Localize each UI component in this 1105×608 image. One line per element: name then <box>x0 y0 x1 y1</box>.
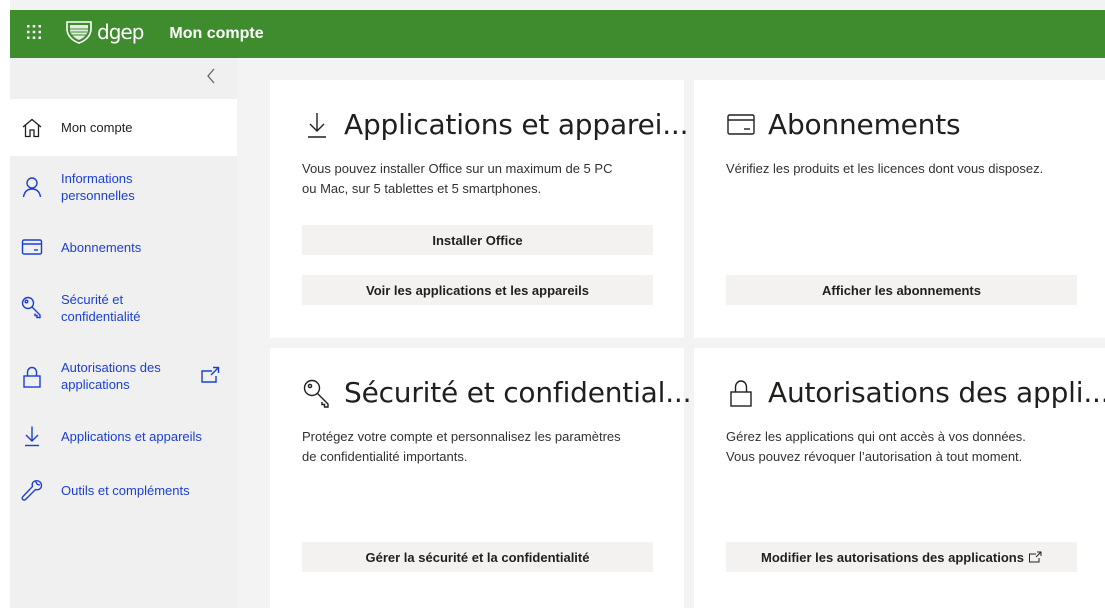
card-description-line: ou Mac, sur 5 tablettes et 5 smartphones… <box>302 181 542 196</box>
left-gutter <box>0 0 10 608</box>
view-subscriptions-button[interactable]: Afficher les abonnements <box>726 275 1077 305</box>
card-header: Abonnements <box>726 108 961 141</box>
shield-logo-icon <box>64 20 94 49</box>
card-description: Protégez votre compte et personnalisez l… <box>302 427 621 467</box>
external-link-icon <box>1028 551 1042 563</box>
sidebar-item-label: Sécurité et confidentialité <box>61 292 141 324</box>
wrench-icon <box>20 478 44 502</box>
org-logo[interactable]: dgep <box>64 10 144 58</box>
top-bar: dgep Mon compte <box>10 10 1105 58</box>
view-apps-devices-button[interactable]: Voir les applications et les appareils <box>302 275 653 305</box>
card-title: Applications et apparei... <box>344 108 689 141</box>
card-header: Autorisations des appli... <box>726 376 1105 409</box>
card-securite: Sécurité et confidential... Protégez vot… <box>270 348 691 608</box>
card-description: Vérifiez les produits et les licences do… <box>726 159 1043 179</box>
waffle-icon <box>26 24 42 45</box>
external-link-icon <box>200 366 220 384</box>
sidebar-item-label: Outils et compléments <box>61 483 190 498</box>
person-icon <box>20 175 44 199</box>
sidebar-item-label: Informations personnelles <box>61 171 135 203</box>
download-icon <box>302 110 332 140</box>
sidebar-item-outils[interactable]: Outils et compléments <box>10 468 237 512</box>
logo-text: dgep <box>97 20 144 44</box>
lock-icon <box>20 365 44 389</box>
sidebar-item-abonnements[interactable]: Abonnements <box>10 224 237 270</box>
card-description: Gérez les applications qui ont accès à v… <box>726 427 1026 467</box>
collapse-nav-button[interactable] <box>201 68 221 88</box>
sidebar-item-mon-compte[interactable]: Mon compte <box>10 99 237 156</box>
card-description-line: Vous pouvez révoquer l’autorisation à to… <box>726 449 1023 464</box>
card-header: Sécurité et confidential... <box>302 376 691 409</box>
sidebar-item-autorisations[interactable]: Autorisations des applications <box>10 348 237 402</box>
lock-icon <box>726 378 756 408</box>
card-applications: Applications et apparei... Vous pouvez i… <box>270 80 689 338</box>
sidebar-item-label: Autorisations des applications <box>61 360 161 392</box>
card-description-line: Vous pouvez installer Office sur un maxi… <box>302 161 613 176</box>
sidebar-item-label: Applications et appareils <box>61 429 202 444</box>
sidebar-item-informations-personnelles[interactable]: Informations personnelles <box>10 156 237 216</box>
sidebar-item-securite[interactable]: Sécurité et confidentialité <box>10 278 237 338</box>
sidebar-item-applications[interactable]: Applications et appareils <box>10 414 237 458</box>
card-title: Abonnements <box>768 108 961 141</box>
card-header: Applications et apparei... <box>302 108 689 141</box>
button-label: Modifier les autorisations des applicati… <box>761 549 1024 565</box>
card-title: Sécurité et confidential... <box>344 376 692 409</box>
card-autorisations: Autorisations des appli... Gérez les app… <box>694 348 1105 608</box>
card-description: Vous pouvez installer Office sur un maxi… <box>302 159 612 199</box>
card-icon <box>726 110 756 140</box>
card-description-line: Protégez votre compte et personnalisez l… <box>302 429 621 444</box>
card-icon <box>20 235 44 259</box>
sidebar-item-label: Mon compte <box>61 120 133 135</box>
key-icon <box>302 378 332 408</box>
sidebar: Mon compte Informations personnelles Abo… <box>10 58 237 608</box>
app-title[interactable]: Mon compte <box>169 25 263 43</box>
modify-permissions-button[interactable]: Modifier les autorisations des applicati… <box>726 542 1077 572</box>
install-office-button[interactable]: Installer Office <box>302 225 653 255</box>
sidebar-item-label: Abonnements <box>61 240 142 255</box>
manage-security-button[interactable]: Gérer la sécurité et la confidentialité <box>302 542 653 572</box>
card-description-line: Gérez les applications qui ont accès à v… <box>726 429 1026 444</box>
download-icon <box>20 424 44 448</box>
key-icon <box>20 295 44 319</box>
card-description-line: Vérifiez les produits et les licences do… <box>726 161 1044 176</box>
app-launcher-button[interactable] <box>10 10 58 58</box>
chevron-left-icon <box>206 68 216 89</box>
card-title: Autorisations des appli... <box>768 376 1105 409</box>
home-icon <box>20 116 44 140</box>
card-description-line: de confidentialité importants. <box>302 449 468 464</box>
card-abonnements: Abonnements Vérifiez les produits et les… <box>694 80 1105 338</box>
